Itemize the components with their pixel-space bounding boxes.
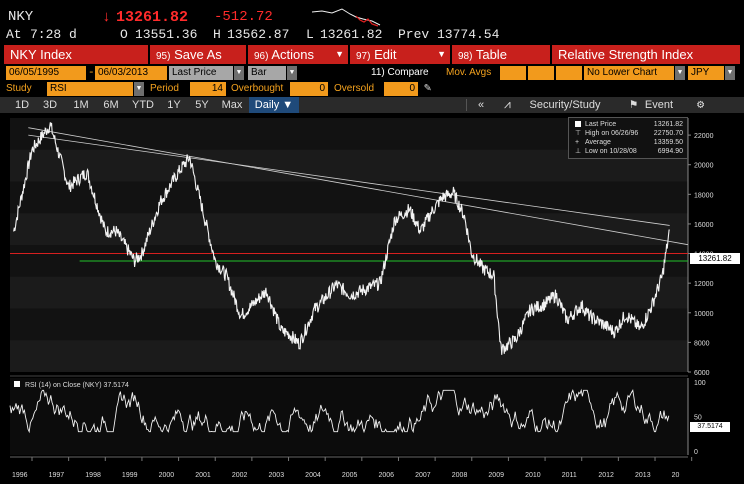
- price-axis-label: 8000: [694, 340, 710, 347]
- rsi-value-tag: 37.5174: [690, 422, 730, 432]
- legend-low-value: 6994.90: [657, 148, 683, 155]
- x-axis-label: 1998: [85, 472, 101, 479]
- price-grid-band: [10, 340, 688, 372]
- x-axis-label: 2006: [378, 472, 394, 479]
- legend-average-label: Average: [585, 139, 611, 146]
- price-grid-band: [10, 181, 688, 214]
- price-axis-label: 18000: [694, 192, 714, 199]
- legend-low-icon: ⊥: [575, 148, 582, 155]
- price-axis-label: 20000: [694, 163, 714, 170]
- x-axis-label: 2002: [232, 472, 248, 479]
- x-axis-label: 1997: [49, 472, 65, 479]
- legend-average-value: 13359.50: [653, 139, 683, 146]
- x-axis-label: 2008: [452, 472, 468, 479]
- legend-last-price-value: 13261.82: [653, 121, 683, 128]
- rsi-current-value: 37.5174: [103, 382, 129, 389]
- legend-last-price-label: Last Price: [585, 121, 617, 128]
- price-chart[interactable]: 2200020000180001600014000120001000080006…: [0, 0, 744, 484]
- x-axis-label: 20: [672, 472, 680, 479]
- price-grid-band: [10, 276, 688, 309]
- x-axis-label: 2001: [195, 472, 211, 479]
- rsi-legend: RSI (14) on Close (NKY) 37.5174: [14, 381, 129, 391]
- price-axis-label: 6000: [694, 370, 710, 377]
- price-axis-label: 22000: [694, 133, 714, 140]
- legend-average-icon: +: [575, 139, 580, 146]
- x-axis-label: 2004: [305, 472, 321, 479]
- rsi-label: RSI (14) on Close (NKY): [24, 382, 102, 389]
- rsi-axis-label: 0: [694, 449, 698, 456]
- x-axis-label: 2010: [525, 472, 541, 479]
- x-axis-label: 2005: [342, 472, 358, 479]
- x-axis-label: 2007: [415, 472, 431, 479]
- x-axis-label: 2003: [269, 472, 285, 479]
- price-axis-label: 10000: [694, 311, 714, 318]
- rsi-swatch-icon: [14, 381, 20, 387]
- x-axis-label: 1999: [122, 472, 138, 479]
- legend-high-label: High on 06/26/96: [585, 130, 639, 137]
- price-axis-label: 12000: [694, 281, 714, 288]
- legend-high-icon: ⊤: [575, 130, 582, 137]
- rsi-axis-label: 50: [694, 415, 702, 422]
- last-price-tag: 13261.82: [690, 253, 740, 264]
- legend-low-label: Low on 10/28/08: [585, 148, 637, 155]
- price-axis-label: 16000: [694, 222, 714, 229]
- x-axis-label: 2009: [488, 472, 504, 479]
- x-axis-label: 2013: [635, 472, 651, 479]
- x-axis-label: 2011: [562, 472, 577, 479]
- x-axis-label: 2012: [598, 472, 614, 479]
- legend-swatch-icon: [575, 121, 581, 127]
- legend-high-value: 22750.70: [653, 130, 683, 137]
- rsi-axis-label: 100: [694, 380, 706, 387]
- chart-legend: Last Price 13261.82 ⊤ High on 06/26/96 2…: [568, 117, 688, 159]
- price-grid-band: [10, 213, 688, 245]
- x-axis-label: 1996: [12, 472, 28, 479]
- x-axis-label: 2000: [159, 472, 175, 479]
